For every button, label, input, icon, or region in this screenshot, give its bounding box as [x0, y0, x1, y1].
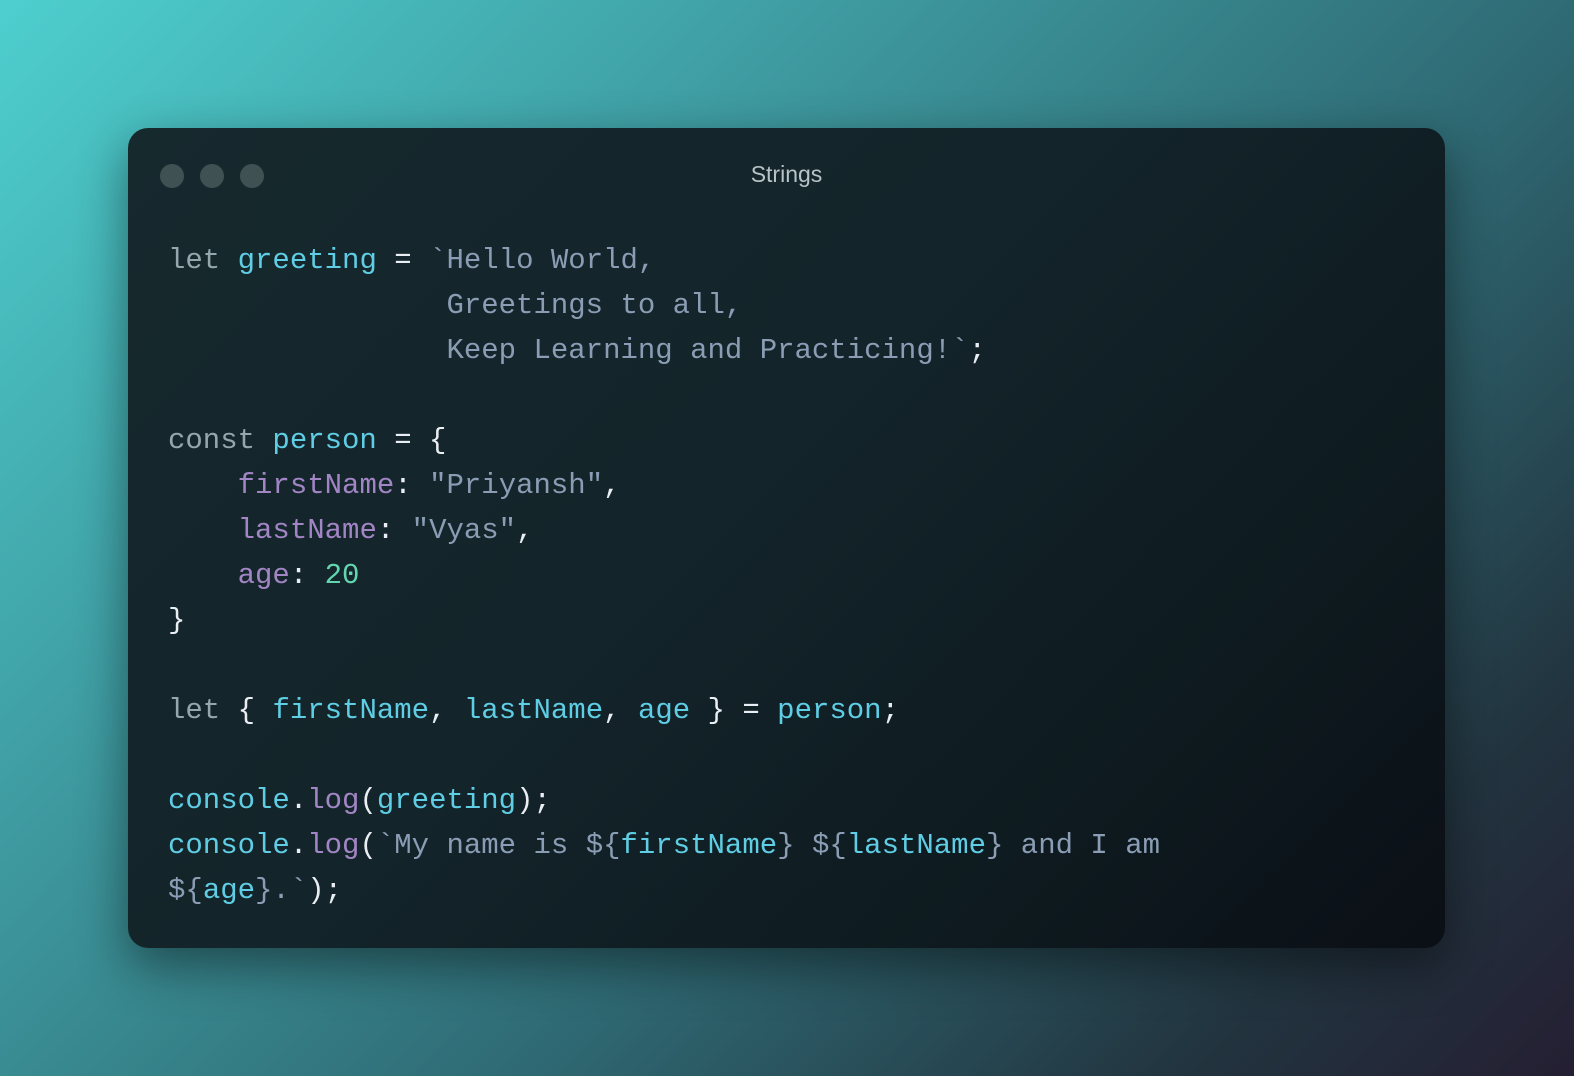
code-line: let { firstName, lastName, age } = perso… — [168, 688, 1160, 733]
code-token: ); — [307, 874, 343, 907]
code-token: ; — [968, 334, 986, 367]
code-token: ; — [881, 694, 899, 727]
code-token: = — [376, 244, 430, 277]
code-token: person — [777, 694, 882, 727]
code-token: : — [289, 559, 325, 592]
code-token: : — [394, 469, 430, 502]
code-token: } ${ — [777, 829, 847, 862]
code-token: greeting — [376, 784, 517, 817]
code-token: "Priyansh" — [429, 469, 604, 502]
window-titlebar: Strings — [128, 128, 1445, 224]
code-token: } — [168, 604, 186, 637]
code-line: const person = { — [168, 418, 1160, 463]
code-token: lastName — [237, 514, 377, 547]
code-token: , — [429, 694, 464, 727]
code-line: lastName: "Vyas", — [168, 508, 1160, 553]
code-token: ( — [359, 784, 377, 817]
code-token: `My name is ${ — [376, 829, 621, 862]
code-token: "Vyas" — [411, 514, 517, 547]
code-line: ${age}.`); — [168, 868, 1160, 913]
code-token: Keep Learning and Practicing!` — [168, 334, 969, 367]
code-window: Strings let greeting = `Hello World, Gre… — [128, 128, 1445, 948]
code-line: let greeting = `Hello World, — [168, 238, 1160, 283]
code-token: = { — [376, 424, 447, 457]
code-token: }.` — [255, 874, 308, 907]
code-token: { — [220, 694, 273, 727]
code-line: Greetings to all, — [168, 283, 1160, 328]
code-token: log — [307, 784, 360, 817]
code-token: age — [202, 874, 256, 907]
code-token: console — [168, 829, 290, 862]
code-line: } — [168, 598, 1160, 643]
code-token: age — [237, 559, 290, 592]
code-token: , — [516, 514, 534, 547]
code-token: , — [603, 469, 621, 502]
code-token: let — [168, 244, 221, 277]
code-line: console.log(`My name is ${firstName} ${l… — [168, 823, 1160, 868]
code-token: firstName — [620, 829, 778, 862]
code-token: const — [168, 424, 256, 457]
code-token: ); — [516, 784, 551, 817]
code-token: Greetings to all, — [168, 289, 743, 322]
code-block: let greeting = `Hello World, Greetings t… — [168, 238, 1160, 913]
code-line: firstName: "Priyansh", — [168, 463, 1160, 508]
code-token: greeting — [237, 244, 377, 277]
code-token: 20 — [324, 559, 360, 592]
code-token: lastName — [846, 829, 986, 862]
code-token: `Hello World, — [429, 244, 656, 277]
code-token: ${ — [168, 874, 203, 907]
code-token: lastName — [463, 694, 604, 727]
code-token: } = — [690, 694, 778, 727]
code-token: firstName — [272, 694, 430, 727]
code-token: . — [289, 829, 308, 862]
code-token: age — [637, 694, 691, 727]
code-token: person — [272, 424, 377, 457]
code-token: } and I am — [986, 829, 1161, 862]
code-line: console.log(greeting); — [168, 778, 1160, 823]
code-line: Keep Learning and Practicing!`; — [168, 328, 1160, 373]
code-token: firstName — [237, 469, 395, 502]
code-token: , — [603, 694, 638, 727]
window-title: Strings — [750, 161, 823, 187]
code-token: . — [289, 784, 308, 817]
code-token: log — [307, 829, 360, 862]
code-token: : — [376, 514, 412, 547]
code-token: console — [168, 784, 290, 817]
code-token: let — [168, 694, 221, 727]
code-line: age: 20 — [168, 553, 1160, 598]
code-token: ( — [359, 829, 377, 862]
